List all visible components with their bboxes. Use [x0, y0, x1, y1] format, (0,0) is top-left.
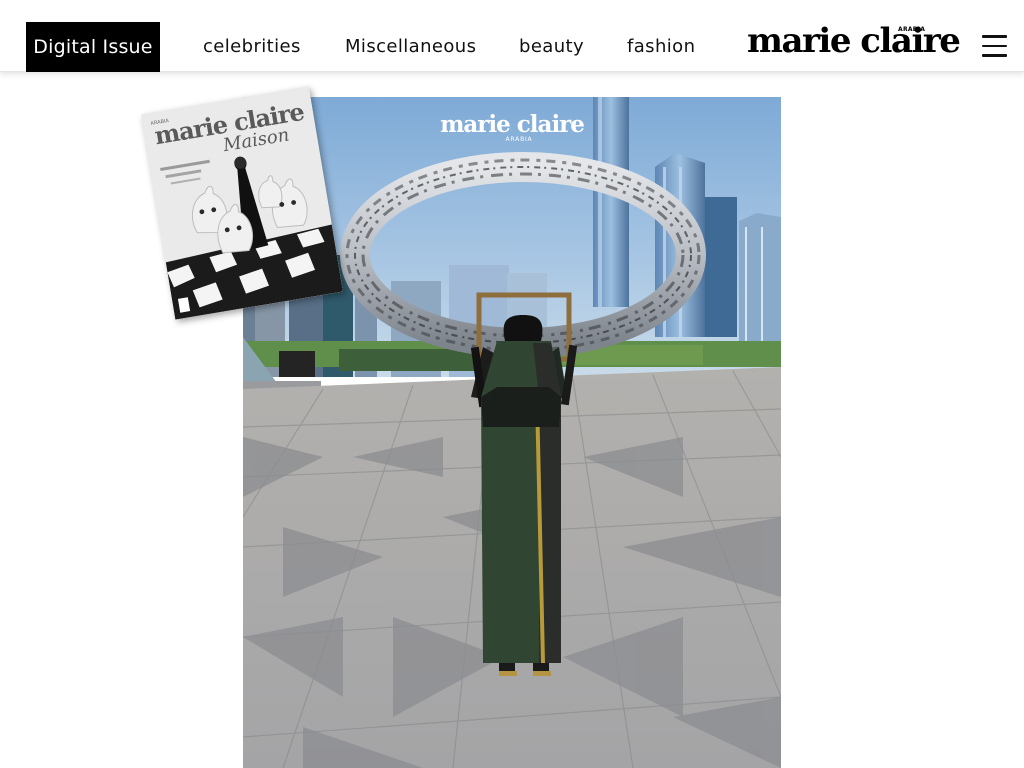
thumbnail-art: marie claire Maison ARABIA — [141, 86, 343, 320]
hamburger-icon[interactable] — [982, 35, 1007, 57]
nav-beauty[interactable]: beauty — [519, 36, 584, 57]
digital-issue-button[interactable]: Digital Issue — [26, 22, 160, 72]
nav-celebrities[interactable]: celebrities — [203, 36, 301, 57]
nav-miscellaneous[interactable]: Miscellaneous — [345, 36, 476, 57]
site-logo[interactable]: marie claire — [747, 24, 961, 58]
cover-masthead: marie claire — [440, 111, 584, 138]
site-header: Digital Issue celebrities Miscellaneous … — [0, 0, 1024, 72]
cover-masthead-sub: ARABIA — [506, 136, 533, 143]
logo-subtitle: ARABIA — [898, 26, 926, 33]
maison-issue-thumbnail[interactable]: marie claire Maison ARABIA — [141, 86, 343, 320]
nav-fashion[interactable]: fashion — [627, 36, 695, 57]
